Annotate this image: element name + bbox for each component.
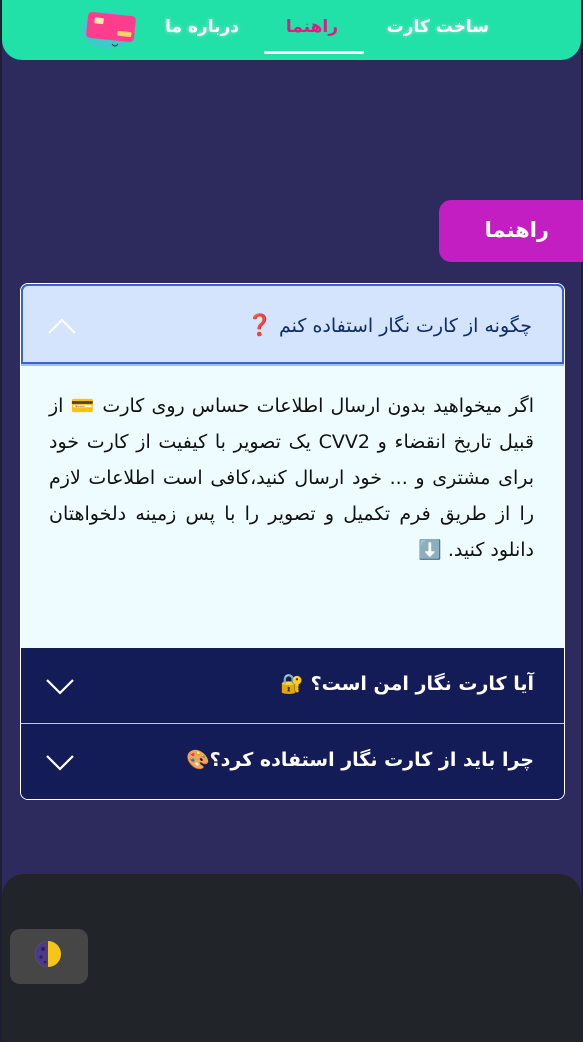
page-border-left [0,0,2,1042]
accordion-body-text: اگر میخواهید بدون ارسال اطلاعات حساس روی… [49,395,534,561]
accordion-body-how-to-use: اگر میخواهید بدون ارسال اطلاعات حساس روی… [21,364,564,648]
nav-active-underline [264,51,364,54]
accordion-title: آیا کارت نگار امن است؟ 🔐 [280,673,534,695]
accordion-header-is-secure[interactable]: آیا کارت نگار امن است؟ 🔐 [21,648,564,724]
footer [2,874,581,1042]
nav-build-card[interactable]: ساخت کارت [387,14,489,40]
accordion-title: چرا باید از کارت نگار استفاده کرد؟🎨 [185,749,534,771]
chevron-down-icon[interactable] [45,754,75,772]
lock-icon: 🔐 [280,673,304,695]
section-heading-guide: راهنما [439,200,583,262]
question-mark-icon: ❓ [246,313,273,337]
theme-toggle-icon [35,941,61,967]
nav-guide[interactable]: راهنما [286,14,338,40]
nav-about[interactable]: درباره ما [165,14,239,40]
navbar: ساخت کارت راهنما درباره ما [2,0,581,60]
accordion-title: چگونه از کارت نگار استفاده کنم ❓ [246,313,532,337]
theme-toggle-button[interactable] [10,929,88,984]
accordion-header-why-use[interactable]: چرا باید از کارت نگار استفاده کرد؟🎨 [21,724,564,799]
faq-accordion: چگونه از کارت نگار استفاده کنم ❓ اگر میخ… [20,283,565,800]
chevron-up-icon[interactable] [47,317,77,335]
logo-card-icon[interactable] [82,6,140,50]
accordion-header-how-to-use[interactable]: چگونه از کارت نگار استفاده کنم ❓ [21,284,564,364]
chevron-down-icon[interactable] [45,678,75,696]
palette-icon: 🎨 [185,749,210,771]
